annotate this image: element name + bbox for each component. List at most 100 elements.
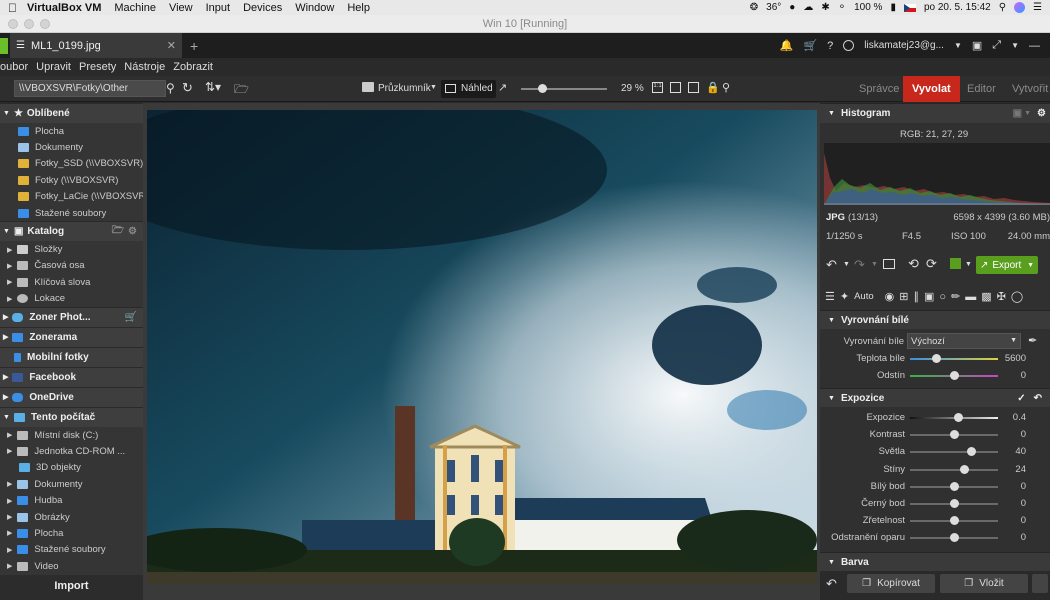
fullscreen-icon[interactable] — [688, 82, 699, 93]
sidebar-item-dokumenty[interactable]: Dokumenty — [0, 139, 143, 155]
search-icon[interactable]: ⚲ — [999, 2, 1006, 13]
minimize-window-button[interactable] — [24, 19, 34, 29]
sidebar-item-pc-plocha[interactable]: ▶ Plocha — [0, 525, 143, 541]
slider-value[interactable]: 24 — [996, 464, 1026, 475]
back-icon[interactable]: ↶ — [826, 576, 837, 592]
monitor-icon[interactable]: ▣ — [972, 39, 982, 52]
feather-icon[interactable]: ❂ — [750, 2, 758, 13]
slider-knob[interactable] — [949, 498, 959, 508]
mac-menu-view[interactable]: View — [169, 2, 193, 14]
wb-header[interactable]: ▼ Vyrovnání bílé — [820, 310, 1050, 329]
sidebar-item-plocha[interactable]: Plocha — [0, 123, 143, 139]
radial-icon[interactable]: ◯ — [1011, 290, 1023, 303]
sidebar-item-hudba[interactable]: ▶ Hudba — [0, 492, 143, 508]
barva-header[interactable]: ▼ Barva — [820, 552, 1050, 571]
mac-app-name[interactable]: VirtualBox VM — [27, 2, 101, 14]
circle-icon[interactable]: ○ — [939, 291, 946, 303]
undo-icon[interactable]: ↶ — [826, 257, 837, 273]
slider-knob[interactable] — [949, 481, 959, 491]
slider-value[interactable]: 5600 — [996, 353, 1026, 364]
chevron-down-icon[interactable]: ▼ — [871, 261, 878, 268]
slider-stiny[interactable]: Stíny 24 — [820, 461, 1050, 478]
sidebar-item-fotky-ssd[interactable]: Fotky_SSD (\\VBOXSVR) — [0, 156, 143, 172]
eyedropper-icon[interactable]: ✒ — [1028, 334, 1037, 347]
text-icon[interactable]: ▣ — [924, 290, 934, 303]
wb-select[interactable]: Výchozí ▼ — [907, 333, 1021, 349]
magic-wand-icon[interactable]: ✦ — [840, 290, 849, 303]
mode-vytvorit[interactable]: Vytvořit — [1003, 76, 1050, 102]
mac-menu-devices[interactable]: Devices — [243, 2, 282, 14]
chevron-down-icon[interactable]: ▼ — [954, 41, 962, 50]
chevron-down-icon[interactable]: ▼ — [1011, 41, 1019, 50]
slider-zretelnost[interactable]: Zřetelnost 0 — [820, 512, 1050, 529]
gear-icon[interactable]: ⚙ — [1037, 108, 1046, 119]
actual-size-icon[interactable]: 1:1 — [652, 82, 663, 93]
sidebar-item-slozky[interactable]: ▶ Složky — [0, 241, 143, 257]
mac-menu-input[interactable]: Input — [206, 2, 230, 14]
zoom-window-button[interactable] — [40, 19, 50, 29]
sidebar-item-stazene[interactable]: Stažené soubory — [0, 205, 143, 221]
save-icon[interactable] — [950, 258, 961, 269]
person-icon[interactable]: ⚲ — [722, 81, 730, 94]
slider-knob[interactable] — [949, 430, 959, 440]
mode-vyvolat[interactable]: Vyvolat — [903, 76, 960, 102]
browser-button[interactable]: Průzkumník — [378, 83, 431, 94]
mac-menu-help[interactable]: Help — [347, 2, 370, 14]
new-tab-button[interactable]: + — [190, 38, 198, 54]
mac-menu-window[interactable]: Window — [295, 2, 334, 14]
sidebar-item-fotky[interactable]: Fotky (\\VBOXSVR) — [0, 172, 143, 188]
external-link-icon[interactable]: ↗ — [498, 81, 507, 94]
section-zonerama[interactable]: ▶ Zonerama — [0, 326, 143, 347]
sidebar-item-pc-stazene[interactable]: ▶ Stažené soubory — [0, 542, 143, 558]
mode-editor[interactable]: Editor — [958, 76, 1005, 102]
slider-knob[interactable] — [967, 447, 977, 457]
status-icon[interactable]: ● — [789, 2, 795, 13]
slider-value[interactable]: 0 — [996, 481, 1026, 492]
slider-svetla[interactable]: Světla 40 — [820, 443, 1050, 460]
lock-icon[interactable]: 🔒 — [706, 81, 720, 94]
section-facebook[interactable]: ▶ Facebook — [0, 366, 143, 387]
user-icon[interactable] — [843, 40, 855, 51]
menu-presety[interactable]: Presety — [79, 61, 116, 73]
slider-knob[interactable] — [931, 354, 941, 363]
slider-knob[interactable] — [949, 516, 959, 526]
bluetooth-icon[interactable]: ✱ — [821, 2, 829, 13]
slider-cerny-bod[interactable]: Černý bod 0 — [820, 495, 1050, 512]
export-button[interactable]: ↗ Export ▼ — [976, 256, 1038, 274]
rotate-right-icon[interactable]: ⟳ — [926, 256, 937, 272]
camera-icon[interactable]: ◉ — [885, 290, 895, 303]
section-tento-pocitac[interactable]: ▼ Tento počítač — [0, 406, 143, 427]
sidebar-item-klicova-slova[interactable]: ▶ Klíčová slova — [0, 274, 143, 290]
section-onedrive[interactable]: ▶ OneDrive — [0, 386, 143, 407]
redo-icon[interactable]: ↷ — [854, 257, 865, 273]
chevron-down-icon[interactable]: ▼ — [430, 84, 437, 91]
siri-icon[interactable] — [1014, 2, 1026, 13]
paste-button[interactable]: ❐ Vložit — [940, 574, 1028, 593]
rotate-left-icon[interactable]: ⟲ — [908, 256, 919, 272]
sliders-icon[interactable]: ☰ — [825, 290, 835, 303]
bell-icon[interactable]: 🔔 — [780, 39, 794, 52]
duplicate-button[interactable] — [1032, 574, 1048, 593]
slider-knob[interactable] — [949, 371, 959, 381]
apple-icon[interactable]:  — [8, 1, 17, 15]
histogram-header[interactable]: ▼ Histogram ▣ ▼ ⚙ — [820, 103, 1050, 123]
slider-odstin[interactable]: Odstín 0 — [820, 367, 1050, 384]
chevron-down-icon[interactable]: ▼ — [843, 261, 850, 268]
cart-icon[interactable]: 🛒 — [803, 39, 817, 52]
section-oblibene[interactable]: ▼ ★ Oblíbené — [0, 103, 143, 123]
chevron-down-icon[interactable]: ▼ — [965, 261, 972, 268]
reset-icon[interactable]: ↶ — [1034, 393, 1042, 404]
auto-button[interactable]: Auto — [854, 291, 874, 302]
gradient-icon[interactable]: ▩ — [981, 290, 991, 303]
exposure-header[interactable]: ▼ Expozice ✓ ↶ — [820, 388, 1050, 407]
slider-value[interactable]: 0 — [996, 515, 1026, 526]
wifi-icon[interactable]: ⚬ — [838, 2, 846, 13]
menu-nastroje[interactable]: Nástroje — [124, 61, 165, 73]
slider-value[interactable]: 0 — [996, 370, 1026, 381]
sidebar-item-obrazky[interactable]: ▶ Obrázky — [0, 509, 143, 525]
sidebar-item-video[interactable]: ▶ Video — [0, 558, 143, 574]
bandage-icon[interactable]: ✠ — [997, 290, 1006, 303]
import-button[interactable]: Import — [0, 575, 143, 600]
copy-button[interactable]: ❐ Kopírovat — [847, 574, 935, 593]
photo-canvas[interactable] — [147, 110, 817, 584]
